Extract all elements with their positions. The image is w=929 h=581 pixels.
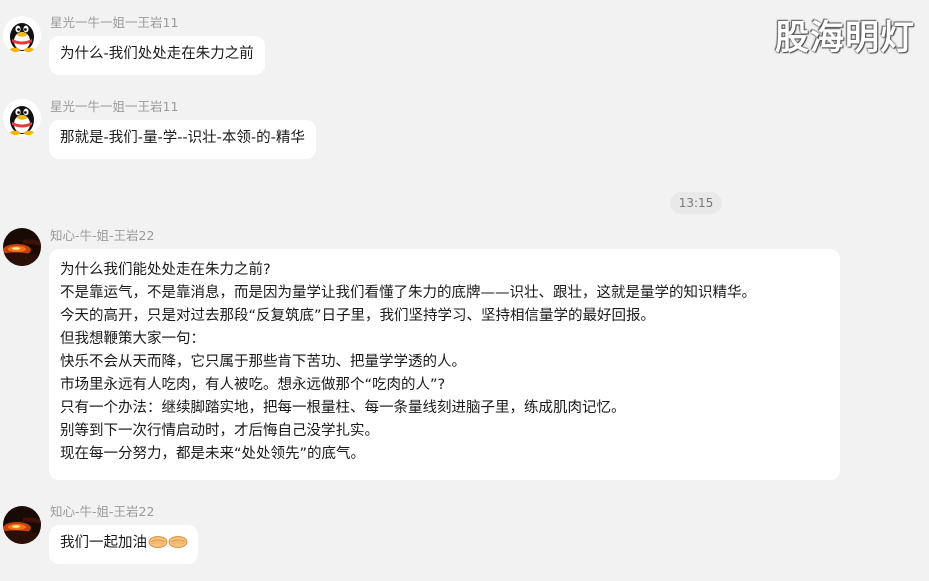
message-text: 为什么我们能处处走在朱力之前? — [60, 262, 271, 278]
message-text: 我们一起加油 — [60, 535, 147, 551]
message-text: 为什么-我们处处走在朱力之前 — [60, 46, 254, 62]
message-text: 今天的高开，只是对过去那段“反复筑底”日子里，我们坚持学习、坚持相信量学的最好回… — [60, 308, 656, 324]
sunset-landscape-icon[interactable] — [3, 506, 41, 544]
message-bubble[interactable]: 我们一起加油 — [49, 525, 198, 564]
message-bubble[interactable]: 为什么我们能处处走在朱力之前? 不是靠运气，不是靠消息，而是因为量学让我们看懂了… — [49, 249, 840, 480]
sender-name: 星光一牛一姐一王岩11 — [50, 15, 179, 30]
sunset-landscape-icon[interactable] — [3, 228, 41, 266]
watermark-logo: 股海明灯 — [775, 18, 915, 58]
message-text: 那就是-我们-量-学--识壮-本领-的-精华 — [60, 130, 305, 146]
sender-name: 知心-牛-姐-王岩22 — [50, 228, 155, 243]
message-bubble[interactable]: 为什么-我们处处走在朱力之前 — [49, 36, 265, 75]
qq-penguin-icon[interactable] — [3, 99, 41, 137]
message-text: 不是靠运气，不是靠消息，而是因为量学让我们看懂了朱力的底牌——识壮、跟壮，这就是… — [60, 285, 756, 301]
message-text: 现在每一分努力，都是未来“处处领先”的底气。 — [60, 446, 366, 462]
sender-name: 知心-牛-姐-王岩22 — [50, 504, 155, 519]
message-text: 但我想鞭策大家一句： — [60, 331, 205, 347]
message-text: 别等到下一次行情启动时，才后悔自己没学扎实。 — [60, 423, 379, 439]
message-text: 市场里永远有人吃肉，有人被吃。想永远做那个“吃肉的人”? — [60, 377, 446, 393]
timestamp-divider: 13:15 — [670, 192, 722, 214]
message-bubble[interactable]: 那就是-我们-量-学--识壮-本领-的-精华 — [49, 120, 316, 159]
qq-penguin-icon[interactable] — [3, 16, 41, 54]
chat-window: 星光一牛一姐一王岩11 为什么-我们处处走在朱力之前 星光一牛一姐一王岩11 那… — [0, 0, 929, 581]
handshake-emoji-icon — [148, 534, 188, 558]
sender-name: 星光一牛一姐一王岩11 — [50, 99, 179, 114]
message-text: 只有一个办法：继续脚踏实地，把每一根量柱、每一条量线刻进脑子里，练成肌肉记忆。 — [60, 400, 626, 416]
message-text: 快乐不会从天而降，它只属于那些肯下苦功、把量学学透的人。 — [60, 354, 466, 370]
